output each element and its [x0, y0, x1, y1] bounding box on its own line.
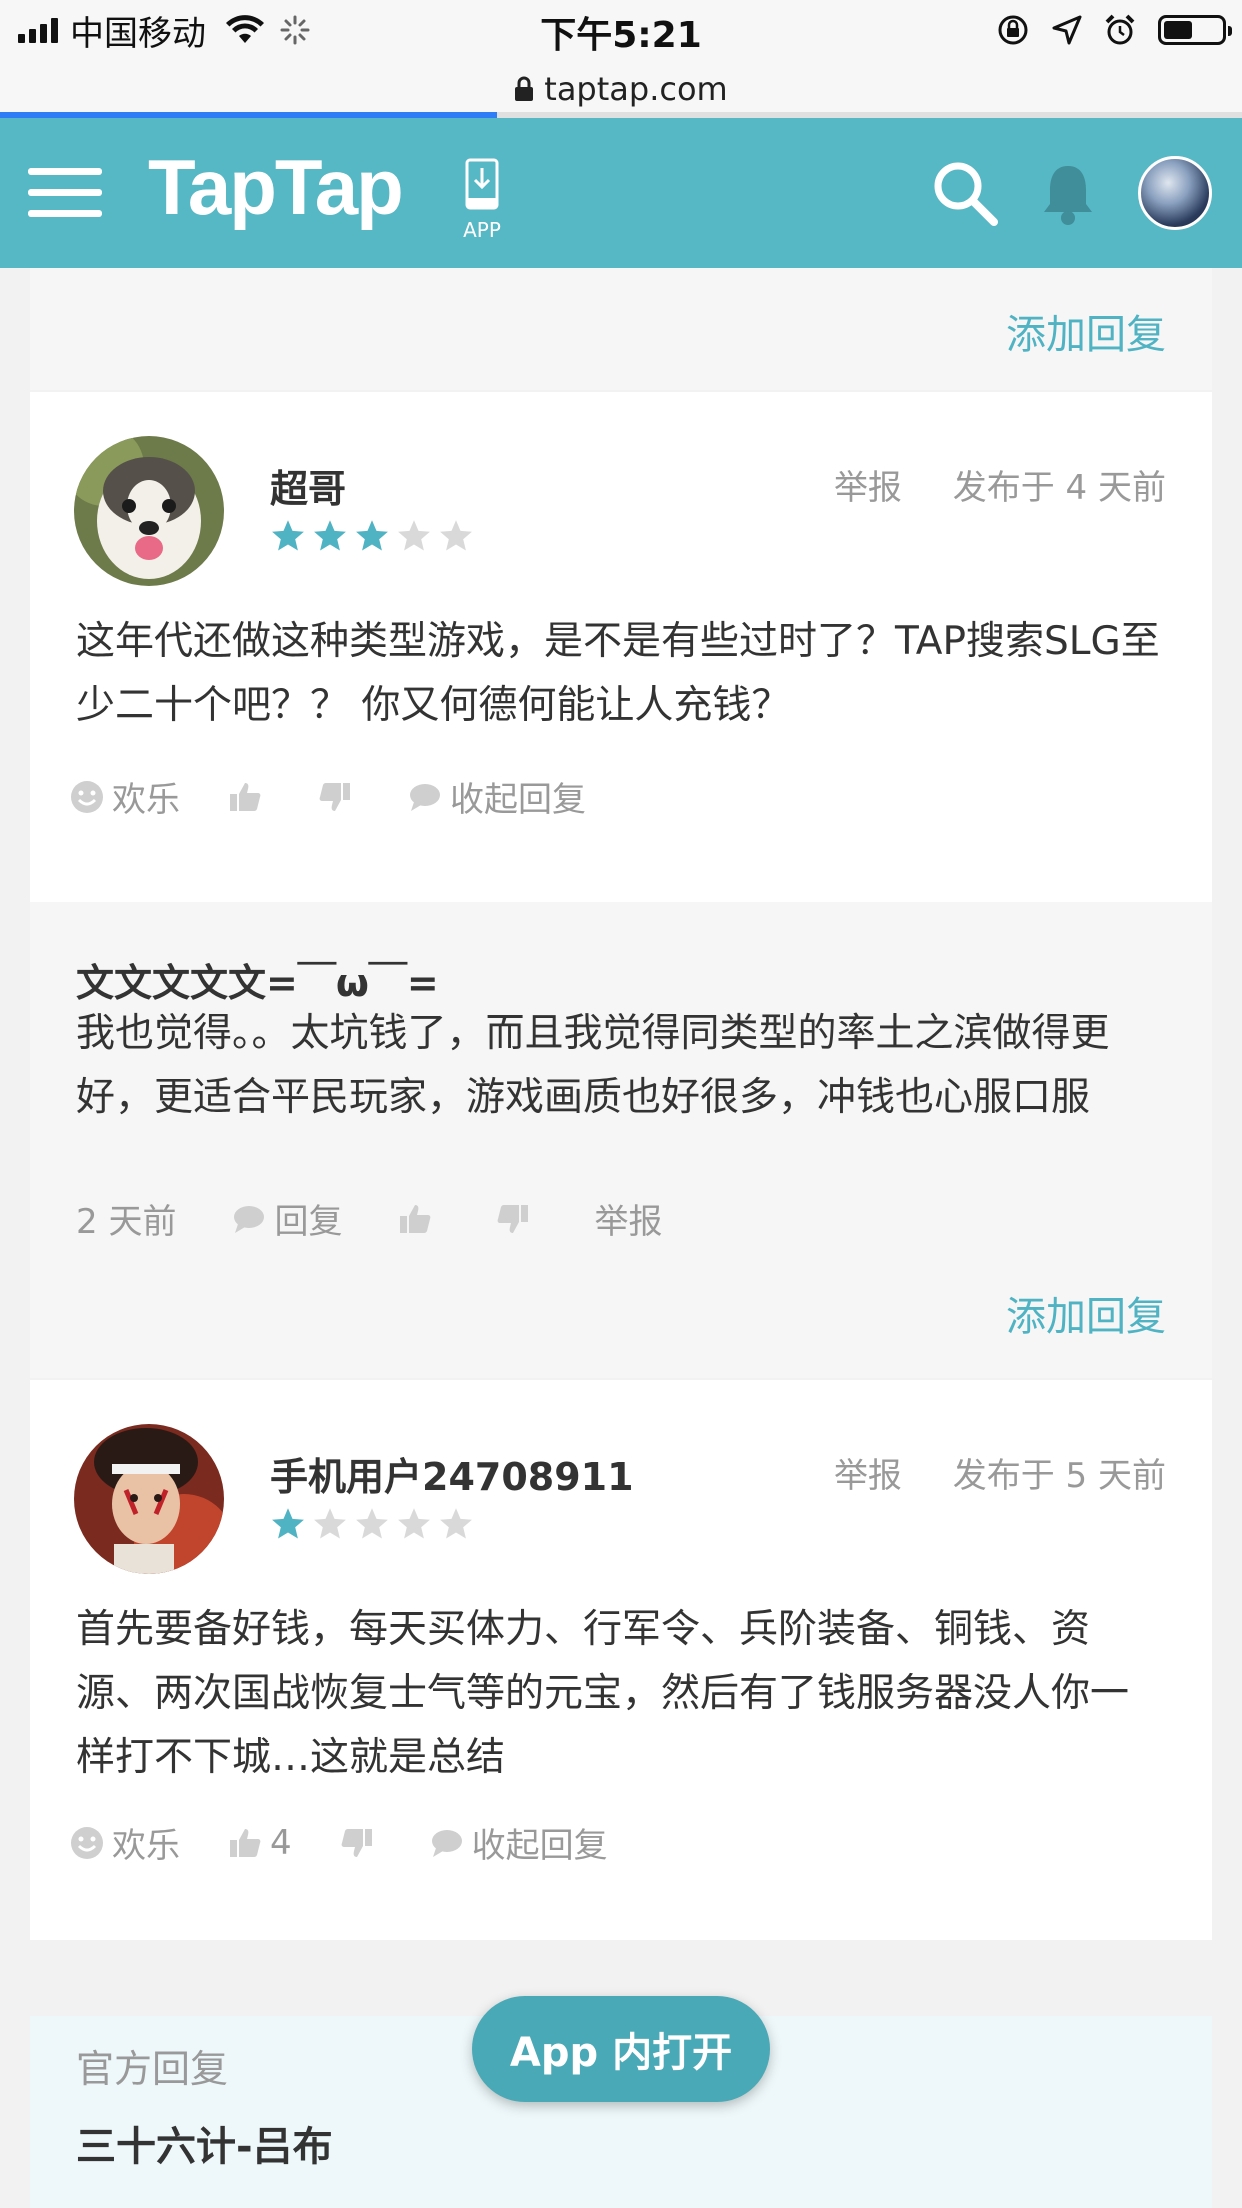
- alarm-icon: [1105, 14, 1135, 45]
- thumbs-down-icon: [341, 1828, 372, 1857]
- character-avatar-image: [74, 1424, 224, 1574]
- official-reply-label: 官方回复: [76, 2047, 229, 2091]
- status-bar: 中国移动 下午5:21: [0, 0, 1242, 60]
- mood-label: 欢乐: [112, 780, 180, 820]
- collapse-replies-label: 收起回复: [471, 1826, 608, 1866]
- star-filled-icon: [272, 1508, 304, 1539]
- post-time: 发布于 5 天前: [952, 1456, 1166, 1496]
- post-time: 发布于 4 天前: [952, 468, 1166, 508]
- reply-like-button[interactable]: [398, 1203, 440, 1235]
- url-bar[interactable]: taptap.com: [0, 60, 1242, 118]
- dislike-button[interactable]: [340, 1827, 382, 1859]
- review-text: 这年代还做这种类型游戏，是不是有些过时了？TAP搜索SLG至少二十个吧？？ 你又…: [76, 619, 1160, 728]
- open-in-app-button[interactable]: App 内打开: [472, 1996, 770, 2102]
- like-button[interactable]: 4: [228, 1823, 292, 1863]
- url-text[interactable]: taptap.com: [544, 70, 727, 108]
- star-empty-icon: [314, 1508, 346, 1539]
- star-empty-icon: [398, 1508, 430, 1539]
- review-card: 手机用户24708911 举报 发布于 5 天前 首先要备好钱，每天买体力、行军…: [30, 1380, 1212, 1940]
- review-actions: 欢乐 收起回复: [70, 772, 634, 821]
- star-empty-icon: [440, 1508, 472, 1539]
- reply-button[interactable]: 回复: [232, 1194, 342, 1243]
- official-reply-author[interactable]: 三十六计-吕布: [76, 2114, 333, 2172]
- reply-actions: 2 天前 回复 举报: [76, 1194, 718, 1243]
- thumbs-down-icon: [498, 1204, 529, 1233]
- reply-time: 2 天前: [76, 1202, 177, 1242]
- thumbs-up-icon: [230, 782, 261, 811]
- thumbs-up-icon: [230, 1828, 261, 1857]
- reply-footer: 添加回复: [30, 268, 1212, 390]
- smiley-icon: [71, 780, 103, 813]
- collapse-replies-label: 收起回复: [450, 780, 586, 820]
- mood-button[interactable]: 欢乐: [70, 772, 180, 821]
- comment-bubble-icon: [234, 1205, 265, 1233]
- thumbs-up-icon: [400, 1204, 431, 1233]
- review-author[interactable]: 手机用户24708911: [270, 1446, 634, 1501]
- review-text: 首先要备好钱，每天买体力、行军令、兵阶装备、铜钱、资源、两次国战恢复士气等的元宝…: [76, 1607, 1130, 1780]
- star-empty-icon: [356, 1508, 388, 1539]
- collapse-replies-button[interactable]: 收起回复: [408, 772, 586, 821]
- star-empty-icon: [440, 520, 472, 551]
- app-header: TapTap APP: [0, 118, 1242, 268]
- search-icon[interactable]: [930, 158, 1000, 228]
- review-meta: 举报 发布于 5 天前: [794, 1448, 1166, 1497]
- star-filled-icon: [272, 520, 304, 551]
- download-app-icon: [465, 158, 499, 210]
- app-label: APP: [463, 218, 501, 242]
- mood-label: 欢乐: [112, 1826, 180, 1866]
- reply-item: 文文文文文=￣ω￣= 我也觉得。。太坑钱了，而且我觉得同类型的率土之滨做得更好，…: [30, 902, 1212, 1262]
- dislike-button[interactable]: [318, 781, 360, 813]
- menu-icon[interactable]: [28, 168, 102, 220]
- review-actions: 欢乐 4 收起回复: [70, 1818, 656, 1867]
- reply-report-link[interactable]: 举报: [594, 1194, 662, 1243]
- report-link[interactable]: 举报: [834, 1456, 902, 1496]
- like-button[interactable]: [228, 781, 270, 813]
- review-meta: 举报 发布于 4 天前: [794, 460, 1166, 509]
- add-reply-link[interactable]: 添加回复: [1006, 302, 1166, 360]
- reply-dislike-button[interactable]: [496, 1203, 538, 1235]
- status-right: [996, 10, 1232, 50]
- report-link[interactable]: 举报: [834, 468, 902, 508]
- bell-icon[interactable]: [1040, 162, 1096, 228]
- download-app-button[interactable]: APP: [452, 158, 512, 248]
- taptap-logo[interactable]: TapTap: [148, 142, 404, 233]
- battery-level: [1164, 21, 1192, 39]
- reply-text: 我也觉得。。太坑钱了，而且我觉得同类型的率土之滨做得更好，更适合平民玩家，游戏画…: [76, 1011, 1110, 1120]
- reply-label: 回复: [274, 1202, 343, 1242]
- review-author[interactable]: 超哥: [270, 458, 346, 513]
- rating-stars: [270, 1506, 474, 1542]
- avatar[interactable]: [74, 1424, 224, 1574]
- avatar[interactable]: [74, 436, 224, 586]
- mood-button[interactable]: 欢乐: [70, 1818, 180, 1867]
- thumbs-down-icon: [319, 782, 350, 811]
- user-avatar[interactable]: [1138, 156, 1212, 230]
- review-card: 超哥 举报 发布于 4 天前 这年代还做这种类型游戏，是不是有些过时了？TAP搜…: [30, 392, 1212, 902]
- battery-icon: [1158, 15, 1232, 45]
- lock-icon: [515, 76, 534, 101]
- smiley-icon: [71, 1826, 103, 1859]
- star-empty-icon: [398, 520, 430, 551]
- comment-bubble-icon: [431, 1829, 462, 1857]
- reply-author[interactable]: 文文文文文=￣ω￣=: [76, 952, 439, 1007]
- location-icon: [1052, 15, 1082, 45]
- add-reply-link[interactable]: 添加回复: [1006, 1284, 1166, 1342]
- comment-bubble-icon: [410, 783, 440, 811]
- like-count: 4: [270, 1822, 292, 1863]
- husky-avatar-image: [74, 436, 224, 586]
- rating-stars: [270, 518, 474, 554]
- star-filled-icon: [356, 520, 388, 551]
- star-filled-icon: [314, 520, 346, 551]
- collapse-replies-button[interactable]: 收起回复: [430, 1818, 608, 1867]
- rotation-lock-icon: [998, 15, 1028, 45]
- reply-footer: 添加回复: [30, 1262, 1212, 1378]
